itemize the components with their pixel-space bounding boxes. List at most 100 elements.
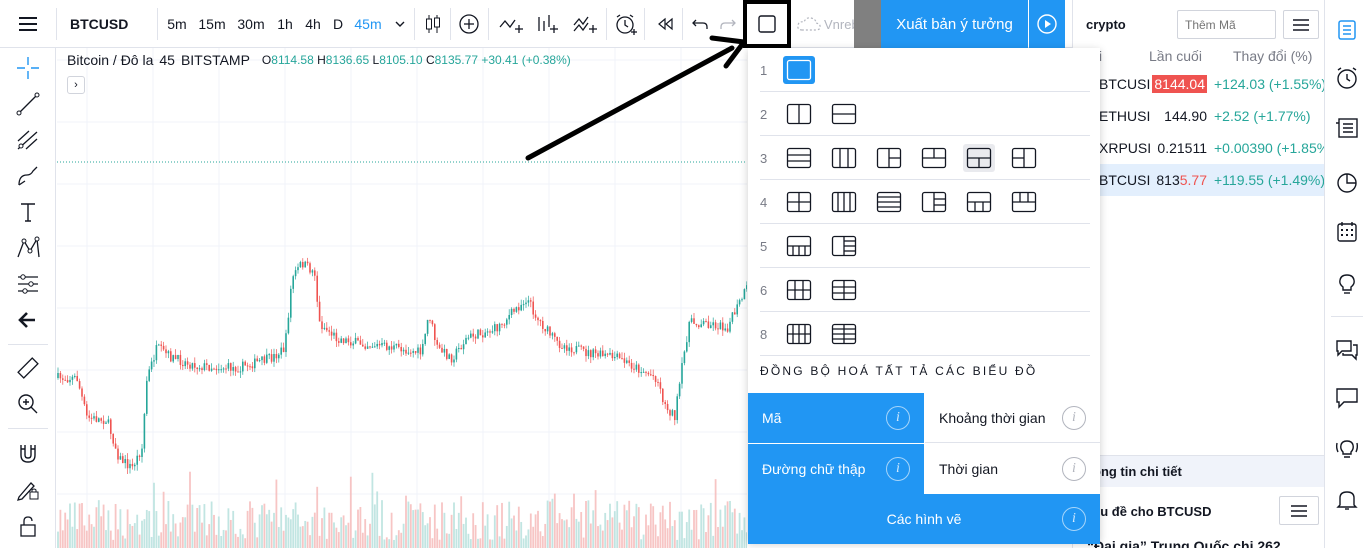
chart-pane[interactable]: Bitcoin / Đô la 45 BITSTAMP O8114.58 H81… bbox=[57, 48, 747, 548]
symbol-search-button[interactable]: BTCUSD bbox=[60, 0, 156, 48]
layout-grid-icon bbox=[876, 191, 902, 213]
lock-all-tool[interactable] bbox=[0, 508, 56, 544]
layout-option-6b[interactable] bbox=[828, 276, 860, 304]
candle-body bbox=[558, 340, 561, 348]
layout-option-3h[interactable] bbox=[783, 144, 815, 172]
layout-option-8b[interactable] bbox=[828, 320, 860, 348]
layout-grid-icon bbox=[786, 59, 812, 81]
financials-button[interactable] bbox=[530, 0, 564, 48]
alerts-tab[interactable] bbox=[1325, 56, 1368, 100]
add-symbol-input[interactable] bbox=[1177, 10, 1276, 39]
redo-button[interactable] bbox=[714, 0, 742, 48]
ideas-tab[interactable] bbox=[1325, 262, 1368, 306]
col-header-change[interactable]: Thay đổi (%) bbox=[1233, 48, 1312, 64]
candle-body bbox=[525, 302, 527, 305]
col-header-last[interactable]: Lần cuối bbox=[1149, 48, 1202, 64]
watchlist-row[interactable]: ETHUSI 144.90 +2.52 (+1.77%) bbox=[1073, 100, 1325, 132]
trend-line-tool[interactable] bbox=[0, 86, 56, 122]
layout-option-4h[interactable] bbox=[873, 188, 905, 216]
layout-option-5b[interactable] bbox=[828, 232, 860, 260]
news-tab[interactable] bbox=[1325, 106, 1368, 150]
calendar-tab[interactable] bbox=[1325, 210, 1368, 254]
info-icon[interactable]: i bbox=[886, 406, 910, 430]
watchlist-row-selected[interactable]: BTCUSI 8135.77 +119.55 (+1.49%) bbox=[1073, 164, 1325, 196]
ideas-menu-button[interactable] bbox=[1279, 496, 1319, 525]
sync-symbol-toggle[interactable]: Mã i bbox=[748, 393, 924, 443]
play-button[interactable] bbox=[1029, 0, 1065, 48]
candle-body bbox=[395, 343, 398, 346]
layout-option-8a[interactable] bbox=[783, 320, 815, 348]
measure-tool[interactable] bbox=[0, 350, 56, 386]
back-tool[interactable] bbox=[0, 302, 56, 338]
text-tool[interactable] bbox=[0, 194, 56, 230]
volume-bar bbox=[369, 523, 371, 548]
watchlist-menu-button[interactable] bbox=[1283, 10, 1319, 39]
layout-option-3rl[interactable] bbox=[1008, 144, 1040, 172]
pattern-tool[interactable] bbox=[0, 230, 56, 266]
hotlist-tab[interactable] bbox=[1325, 160, 1368, 204]
watchlist-row[interactable]: XRPUSI 0.21511 +0.00390 (+1.85%) bbox=[1073, 132, 1325, 164]
legend-expand-button[interactable]: › bbox=[67, 76, 85, 94]
layout-option-1[interactable] bbox=[783, 56, 815, 84]
crosshair-tool[interactable] bbox=[0, 50, 56, 86]
compare-button[interactable] bbox=[452, 0, 486, 48]
sync-crosshair-toggle[interactable]: Đường chữ thập i bbox=[748, 444, 924, 494]
layout-option-2h[interactable] bbox=[828, 100, 860, 128]
volume-bar bbox=[582, 537, 585, 548]
interval-15m[interactable]: 15m bbox=[194, 0, 230, 48]
layout-option-6a[interactable] bbox=[783, 276, 815, 304]
lock-drawing-tool[interactable] bbox=[0, 472, 56, 508]
candle-body bbox=[714, 322, 717, 329]
layout-option-3bt[interactable] bbox=[963, 144, 995, 172]
watchlist-row[interactable]: BTCUSI 8144.04 +124.03 (+1.55%) bbox=[1073, 68, 1325, 100]
layout-button[interactable] bbox=[743, 0, 791, 48]
candle-body bbox=[191, 363, 194, 369]
layout-option-3v[interactable] bbox=[828, 144, 860, 172]
interval-d[interactable]: D bbox=[328, 0, 348, 48]
interval-1h[interactable]: 1h bbox=[272, 0, 298, 48]
notifications-tab[interactable] bbox=[1325, 478, 1368, 522]
chats-tab[interactable] bbox=[1325, 328, 1368, 372]
templates-button[interactable] bbox=[566, 0, 604, 48]
sync-drawings-toggle[interactable]: Các hình vẽ i bbox=[748, 494, 1100, 544]
layout-option-3lr[interactable] bbox=[873, 144, 905, 172]
magnet-tool[interactable] bbox=[0, 436, 56, 472]
zoom-tool[interactable] bbox=[0, 386, 56, 422]
sync-time-toggle[interactable]: Thời gian i bbox=[925, 444, 1100, 494]
interval-30m[interactable]: 30m bbox=[232, 0, 270, 48]
layout-option-3tb[interactable] bbox=[918, 144, 950, 172]
interval-5m[interactable]: 5m bbox=[162, 0, 192, 48]
fib-tool[interactable] bbox=[0, 122, 56, 158]
signals-tab[interactable] bbox=[1325, 426, 1368, 470]
sync-interval-toggle[interactable]: Khoảng thời gian i bbox=[925, 393, 1100, 443]
layout-option-4v[interactable] bbox=[828, 188, 860, 216]
layout-option-4l3[interactable] bbox=[918, 188, 950, 216]
details-section-header[interactable]: ông tin chi tiết bbox=[1073, 455, 1325, 487]
chart-type-button[interactable] bbox=[416, 0, 450, 48]
info-icon[interactable]: i bbox=[1062, 406, 1086, 430]
undo-button[interactable] bbox=[686, 0, 714, 48]
comments-tab[interactable] bbox=[1325, 376, 1368, 420]
layout-option-4grid[interactable] bbox=[783, 188, 815, 216]
layout-option-2v[interactable] bbox=[783, 100, 815, 128]
layout-option-4t3[interactable] bbox=[1008, 188, 1040, 216]
menu-button[interactable] bbox=[0, 0, 56, 48]
prediction-tool[interactable] bbox=[0, 266, 56, 302]
publish-idea-button[interactable]: Xuất bản ý tưởng bbox=[881, 0, 1028, 48]
interval-4h[interactable]: 4h bbox=[300, 0, 326, 48]
alert-button[interactable] bbox=[608, 0, 644, 48]
idea-headline-link[interactable]: “Đại gia” Trung Quốc chi 262 bbox=[1087, 538, 1281, 548]
layout-option-5a[interactable] bbox=[783, 232, 815, 260]
interval-45m[interactable]: 45m bbox=[350, 0, 386, 48]
brush-tool[interactable] bbox=[0, 158, 56, 194]
interval-dropdown-button[interactable] bbox=[388, 0, 412, 48]
indicators-button[interactable] bbox=[492, 0, 530, 48]
layout-option-4b3[interactable] bbox=[963, 188, 995, 216]
candle-body bbox=[290, 288, 292, 318]
replay-button[interactable] bbox=[648, 0, 682, 48]
info-icon[interactable]: i bbox=[886, 457, 910, 481]
watchlist-tab[interactable] bbox=[1325, 8, 1368, 52]
info-icon[interactable]: i bbox=[1062, 507, 1086, 531]
info-icon[interactable]: i bbox=[1062, 457, 1086, 481]
watchlist-title[interactable]: crypto bbox=[1086, 17, 1126, 32]
